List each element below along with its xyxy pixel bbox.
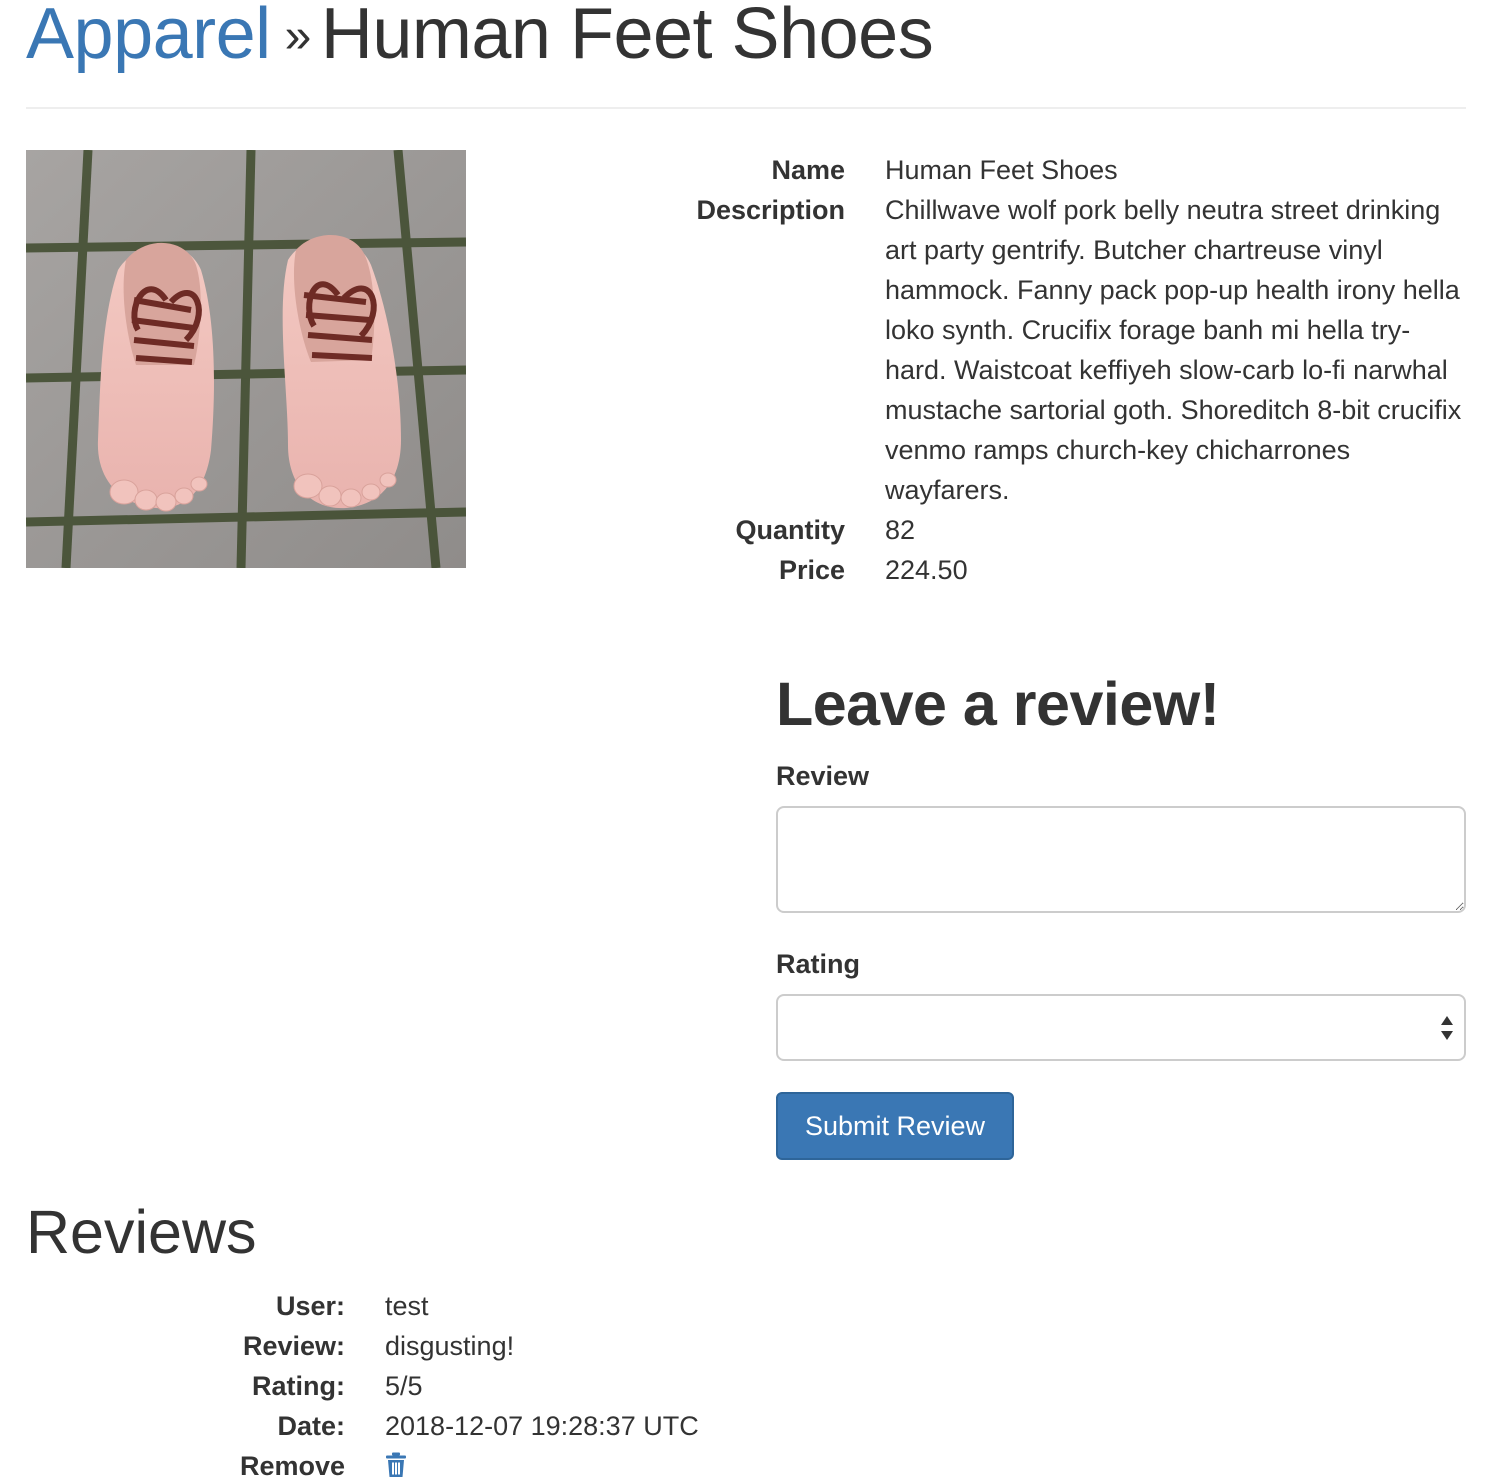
review-row-user: User: test bbox=[0, 1286, 900, 1326]
review-user-label: User: bbox=[275, 1291, 345, 1321]
description-label: Description bbox=[696, 195, 845, 225]
rating-label: Rating bbox=[776, 949, 860, 979]
rating-select[interactable] bbox=[776, 994, 1466, 1061]
submit-review-button[interactable]: Submit Review bbox=[776, 1092, 1014, 1160]
review-row-date: Date: 2018-12-07 19:28:37 UTC bbox=[0, 1406, 900, 1446]
trash-icon[interactable] bbox=[385, 1452, 407, 1478]
review-text-label: Review: bbox=[242, 1331, 345, 1361]
detail-row-price: Price 224.50 bbox=[560, 550, 1466, 590]
review-date-value: 2018-12-07 19:28:37 UTC bbox=[385, 1411, 699, 1441]
quantity-label: Quantity bbox=[735, 515, 845, 545]
review-label: Review bbox=[776, 761, 870, 791]
detail-row-name: Name Human Feet Shoes bbox=[560, 150, 1466, 190]
breadcrumb-separator: » bbox=[284, 10, 312, 63]
review-row-remove: Remove bbox=[0, 1446, 900, 1480]
review-form: Leave a review! Review Rating Submit Rev… bbox=[776, 668, 1466, 1160]
review-form-title: Leave a review! bbox=[776, 670, 1220, 738]
product-details: Name Human Feet Shoes Description Chillw… bbox=[560, 150, 1466, 590]
reviews-title: Reviews bbox=[26, 1198, 257, 1266]
review-remove-label: Remove bbox=[239, 1451, 345, 1480]
remove-review-link[interactable] bbox=[385, 1451, 407, 1480]
name-label: Name bbox=[771, 155, 845, 185]
price-label: Price bbox=[778, 555, 845, 585]
detail-row-description: Description Chillwave wolf pork belly ne… bbox=[560, 190, 1466, 510]
page-title: Human Feet Shoes bbox=[320, 0, 934, 74]
category-link[interactable]: Apparel bbox=[26, 0, 271, 74]
price-value: 224.50 bbox=[885, 555, 968, 585]
review-row-review: Review: disgusting! bbox=[0, 1326, 900, 1366]
review-item: User: test Review: disgusting! Rating: 5… bbox=[0, 1286, 900, 1480]
page-heading: Apparel» Human Feet Shoes bbox=[26, 0, 934, 79]
header-divider bbox=[26, 107, 1466, 109]
review-date-label: Date: bbox=[277, 1411, 345, 1441]
review-remove-cell bbox=[385, 1446, 900, 1480]
select-arrows-icon bbox=[1441, 1016, 1453, 1040]
review-user-value: test bbox=[385, 1291, 429, 1321]
name-value: Human Feet Shoes bbox=[885, 155, 1118, 185]
detail-row-quantity: Quantity 82 bbox=[560, 510, 1466, 550]
review-text-value: disgusting! bbox=[385, 1331, 515, 1361]
review-rating-label: Rating: bbox=[252, 1371, 345, 1401]
review-textarea[interactable] bbox=[776, 806, 1466, 913]
quantity-value: 82 bbox=[885, 515, 916, 545]
review-rating-value: 5/5 bbox=[385, 1371, 423, 1401]
product-image bbox=[26, 150, 466, 568]
description-value: Chillwave wolf pork belly neutra street … bbox=[885, 195, 1462, 505]
review-row-rating: Rating: 5/5 bbox=[0, 1366, 900, 1406]
